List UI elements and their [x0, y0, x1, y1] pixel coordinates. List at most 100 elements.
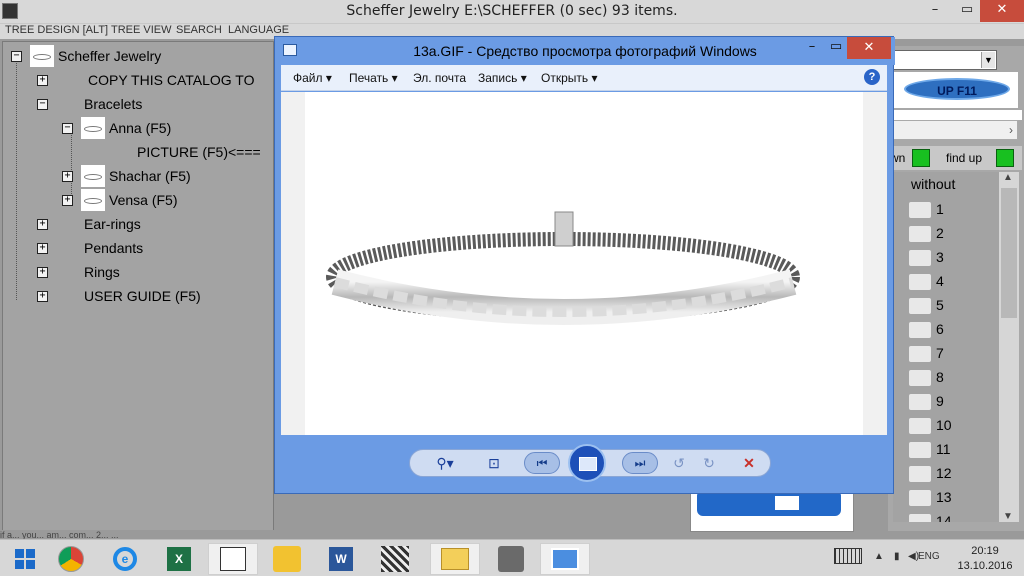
tree-item-earrings[interactable]: + Ear-rings [37, 213, 141, 235]
menu-open[interactable]: Открыть ▾ [541, 71, 597, 85]
clock[interactable]: 20:19 13.10.2016 [955, 544, 1015, 574]
menu-language[interactable]: LANGUAGE [228, 24, 289, 36]
ring-icon [909, 322, 931, 338]
expand-icon[interactable]: + [62, 170, 73, 182]
excel-icon[interactable]: X [154, 543, 204, 575]
expand-icon[interactable]: + [62, 194, 73, 206]
pendant-icon [909, 274, 931, 290]
maximize-button[interactable]: ▭ [952, 0, 982, 22]
chevron-up-icon[interactable]: ▲ [874, 551, 884, 562]
expand-icon[interactable]: + [37, 242, 48, 254]
menu-search[interactable]: SEARCH [176, 24, 222, 36]
list-item[interactable]: 11 [893, 438, 993, 462]
chrome-icon[interactable] [46, 543, 96, 575]
viewer-maximize-button[interactable]: ▭ [823, 39, 849, 59]
list-item[interactable]: 7 [893, 342, 993, 366]
menu-tree-view[interactable]: TREE VIEW [111, 24, 172, 36]
tree-item-picture[interactable]: PICTURE (F5)<=== [137, 141, 261, 163]
tree-item-rings[interactable]: + Rings [37, 261, 120, 283]
next-button[interactable]: ⏭ [622, 452, 658, 474]
menu-file[interactable]: Файл ▾ [293, 71, 332, 85]
delete-icon[interactable]: ✕ [738, 450, 760, 476]
viewer-toolbar: ⚲▾ ⊡ ⏮ ⏭ ↺ ↻ ✕ [281, 435, 887, 489]
list-item[interactable]: 5 [893, 294, 993, 318]
list-item[interactable]: 13 [893, 486, 993, 510]
tree-item-guide[interactable]: + USER GUIDE (F5) [37, 285, 201, 307]
minimize-button[interactable]: – [920, 0, 950, 22]
find-down-icon[interactable] [912, 149, 930, 167]
previous-button[interactable]: ⏮ [524, 452, 560, 474]
fit-window-icon[interactable]: ⊡ [482, 450, 506, 476]
find-up-label[interactable]: find up [946, 151, 982, 165]
tree-item-anna[interactable]: − Anna (F5) [62, 117, 171, 139]
tree-item-label: Vensa (F5) [109, 192, 178, 208]
slideshow-button[interactable] [568, 444, 606, 482]
ring-thumbnail [30, 45, 54, 67]
ring-icon [909, 226, 931, 242]
menu-tree-design[interactable]: TREE DESIGN [ALT] [5, 24, 108, 36]
list-item[interactable]: 8 [893, 366, 993, 390]
vertical-scrollbar[interactable]: ▲ ▼ [999, 172, 1019, 522]
zoom-icon[interactable]: ⚲▾ [430, 450, 460, 476]
find-button-row: wn find up [888, 146, 1022, 170]
tree-item-copy[interactable]: + COPY THIS CATALOG TO [37, 69, 255, 91]
category-combo[interactable]: ▼ [890, 50, 997, 70]
list-item[interactable]: 9 [893, 390, 993, 414]
tree-item-label: Scheffer Jewelry [58, 48, 162, 64]
chevron-right-icon[interactable]: › [1009, 123, 1013, 137]
scroll-down-icon[interactable]: ▼ [1003, 511, 1013, 522]
list-item[interactable]: 12 [893, 462, 993, 486]
up-f11-button[interactable]: UP F11 [904, 78, 1010, 100]
tree-item-root[interactable]: − Scheffer Jewelry [11, 45, 161, 67]
list-header: without [911, 176, 956, 192]
scrollbar-thumb[interactable] [1001, 188, 1017, 318]
internet-explorer-icon[interactable]: e [100, 543, 150, 575]
pattern-app-icon[interactable] [370, 543, 420, 575]
signal-icon[interactable]: ▮ [894, 551, 900, 562]
keyboard-icon[interactable] [834, 548, 862, 564]
tree-item-bracelets[interactable]: − Bracelets [37, 93, 142, 115]
expand-icon[interactable]: + [37, 266, 48, 278]
list-item[interactable]: 1 [893, 198, 993, 222]
tree-item-shachar[interactable]: + Shachar (F5) [62, 165, 191, 187]
close-button[interactable]: ✕ [980, 0, 1024, 22]
tree-item-label: Rings [84, 264, 120, 280]
list-item[interactable]: 2 [893, 222, 993, 246]
tree-item-vensa[interactable]: + Vensa (F5) [62, 189, 177, 211]
list-item[interactable]: 4 [893, 270, 993, 294]
menu-email[interactable]: Эл. почта [413, 71, 466, 85]
viewer-close-button[interactable]: ✕ [847, 37, 891, 59]
clock-time: 20:19 [971, 545, 999, 557]
list-item[interactable]: 3 [893, 246, 993, 270]
file-explorer-icon[interactable] [430, 543, 480, 575]
bird-app-icon[interactable] [208, 543, 258, 575]
bird-app-icon-2[interactable] [262, 543, 312, 575]
taskbar: e X W ▲ ▮ ◀) ENG 20:19 13.10.2016 [0, 539, 1024, 576]
expand-icon[interactable]: + [37, 218, 48, 230]
scroll-up-icon[interactable]: ▲ [1003, 172, 1013, 183]
language-indicator[interactable]: ENG [918, 551, 940, 562]
list-item[interactable]: 14 [893, 510, 993, 522]
list-item[interactable]: 10 [893, 414, 993, 438]
tree-item-pendants[interactable]: + Pendants [37, 237, 143, 259]
menu-print[interactable]: Печать ▾ [349, 71, 398, 85]
expand-icon[interactable]: + [37, 290, 48, 302]
collapse-icon[interactable]: − [11, 50, 22, 62]
chevron-down-icon[interactable]: ▼ [981, 52, 995, 68]
horizontal-scrollbar[interactable]: › [890, 120, 1018, 140]
collapse-icon[interactable]: − [62, 122, 73, 134]
rotate-right-icon[interactable]: ↻ [698, 450, 720, 476]
find-up-icon[interactable] [996, 149, 1014, 167]
word-icon[interactable]: W [316, 543, 366, 575]
collapse-icon[interactable]: − [37, 98, 48, 110]
viewer-minimize-button[interactable]: – [799, 39, 825, 59]
help-icon[interactable]: ? [864, 69, 880, 85]
expand-icon[interactable]: + [37, 74, 48, 86]
menu-record[interactable]: Запись ▾ [478, 71, 527, 85]
start-button[interactable] [0, 543, 50, 575]
list-item[interactable]: 6 [893, 318, 993, 342]
photo-viewer-taskbar-icon[interactable] [540, 543, 590, 575]
earring-icon [909, 370, 931, 386]
app-icon-house[interactable] [486, 543, 536, 575]
rotate-left-icon[interactable]: ↺ [668, 450, 690, 476]
